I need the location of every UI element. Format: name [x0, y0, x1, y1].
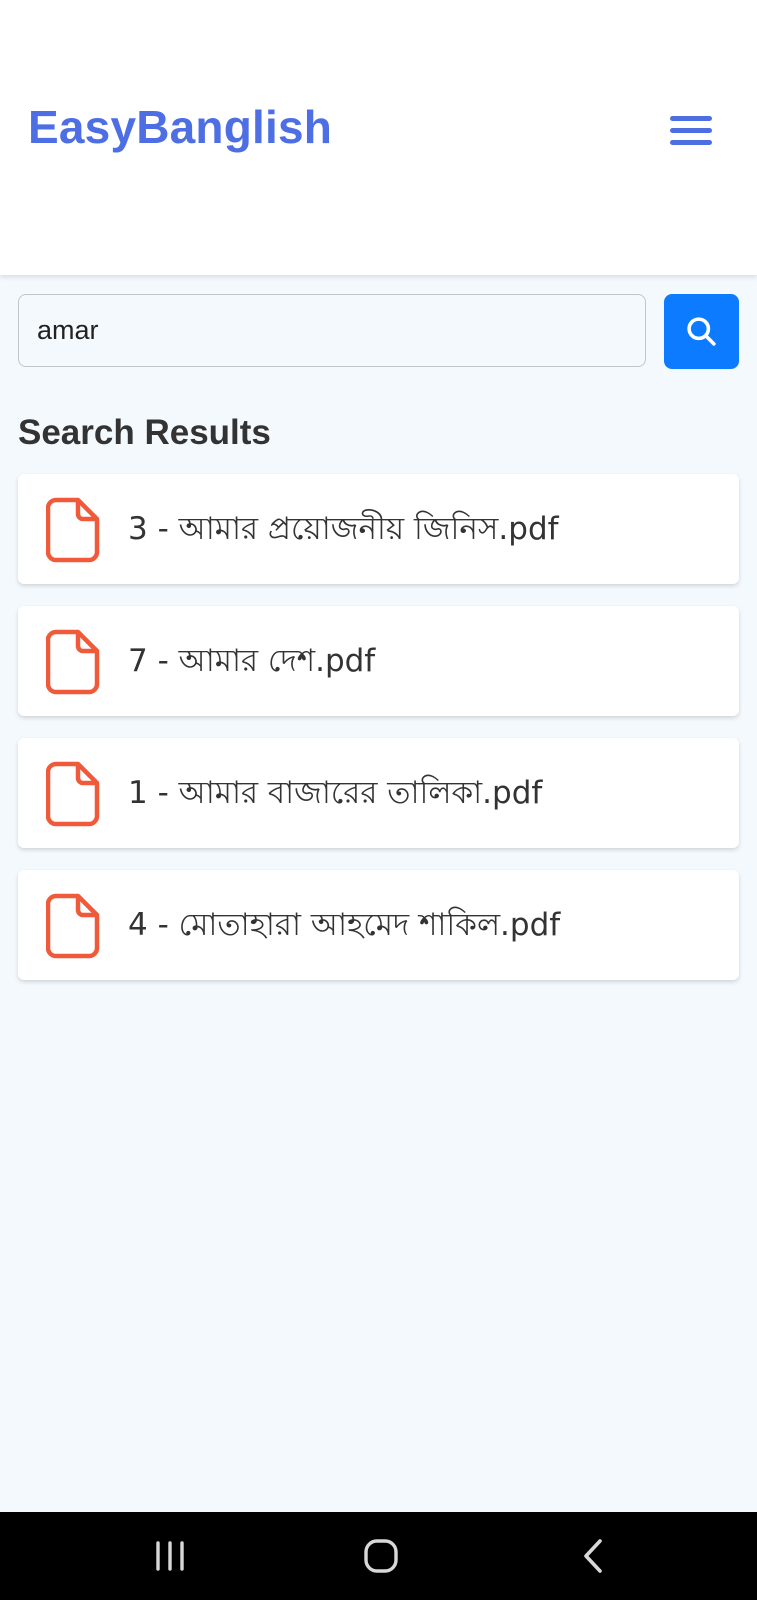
result-item[interactable]: 7 - আমার দেশ.pdf [18, 606, 739, 716]
search-results-heading: Search Results [18, 413, 271, 452]
result-file-name: 4 - মোতাহারা আহমেদ শাকিল.pdf [128, 907, 561, 943]
home-icon [364, 1539, 398, 1573]
result-item[interactable]: 4 - মোতাহারা আহমেদ শাকিল.pdf [18, 870, 739, 980]
recent-apps-icon [156, 1541, 184, 1571]
result-file-name: 7 - আমার দেশ.pdf [128, 643, 376, 679]
home-button[interactable] [331, 1512, 431, 1600]
app-header: EasyBanglish [0, 0, 757, 275]
search-button[interactable] [664, 294, 739, 369]
result-item[interactable]: 1 - আমার বাজারের তালিকা.pdf [18, 738, 739, 848]
brand-logo[interactable]: EasyBanglish [28, 104, 332, 150]
file-icon [46, 761, 100, 827]
system-navigation-bar [0, 1512, 757, 1600]
file-icon [46, 497, 100, 563]
search-results-list: 3 - আমার প্রয়োজনীয় জিনিস.pdf 7 - আমার … [18, 474, 739, 1002]
result-file-name: 1 - আমার বাজারের তালিকা.pdf [128, 775, 543, 811]
back-button[interactable] [543, 1512, 643, 1600]
file-icon [46, 629, 100, 695]
result-item[interactable]: 3 - আমার প্রয়োজনীয় জিনিস.pdf [18, 474, 739, 584]
search-icon [687, 317, 716, 346]
result-file-name: 3 - আমার প্রয়োজনীয় জিনিস.pdf [128, 511, 559, 547]
file-icon [46, 893, 100, 959]
search-input[interactable] [18, 294, 646, 367]
back-icon [584, 1539, 602, 1573]
hamburger-menu-icon[interactable] [666, 114, 714, 150]
recent-apps-button[interactable] [120, 1512, 220, 1600]
